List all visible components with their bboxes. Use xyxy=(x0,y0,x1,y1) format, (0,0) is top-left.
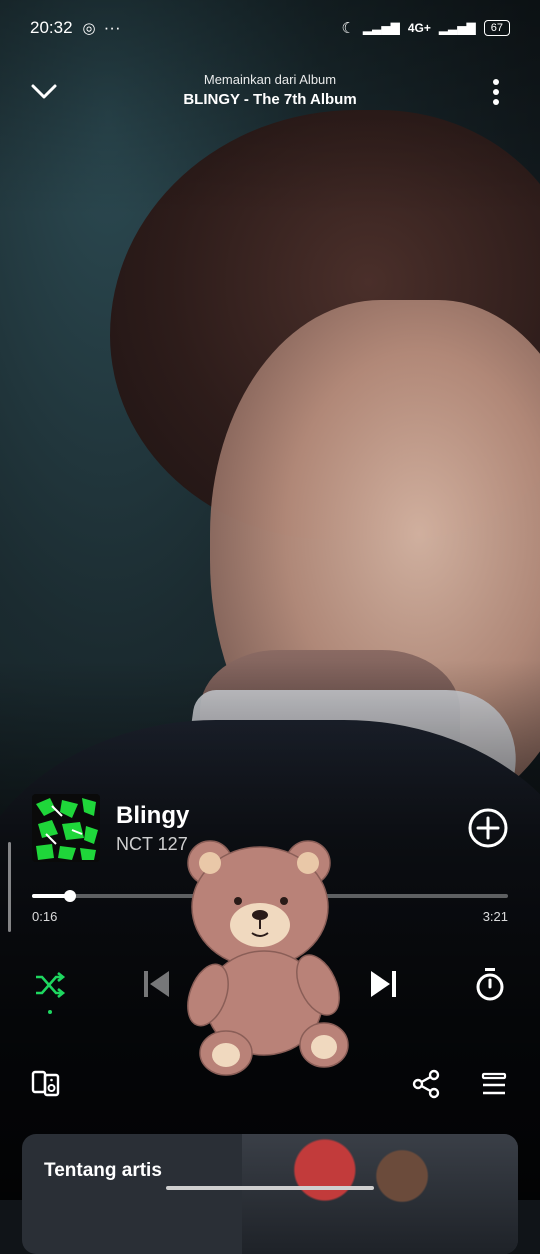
status-time: 20:32 xyxy=(30,18,73,37)
player-footer xyxy=(0,1066,540,1106)
signal-icon-2: ▂▃▅▇ xyxy=(438,21,476,35)
add-circle-icon[interactable] xyxy=(468,808,508,848)
about-artist-label: Tentang artis xyxy=(44,1160,162,1181)
teddy-bear-sticker xyxy=(180,835,360,1080)
album-art[interactable] xyxy=(32,794,100,862)
more-vertical-icon[interactable] xyxy=(478,74,514,110)
do-not-disturb-icon: ☾ xyxy=(341,20,355,37)
connect-device-icon[interactable] xyxy=(26,1066,66,1102)
signal-icon: ▂▃▅▇ xyxy=(362,21,400,35)
network-type: 4G+ xyxy=(407,21,431,35)
status-bar: 20:32 ◎ ··· ☾ ▂▃▅▇ 4G+ ▂▃▅▇ 67 xyxy=(30,14,510,42)
shuffle-icon[interactable] xyxy=(30,962,70,1014)
track-title[interactable]: Blingy xyxy=(116,802,189,830)
queue-icon[interactable] xyxy=(474,1066,514,1102)
home-indicator[interactable] xyxy=(166,1186,374,1190)
sleep-timer-icon[interactable] xyxy=(468,962,512,1006)
progress-knob[interactable] xyxy=(64,890,77,902)
edge-handle[interactable] xyxy=(8,842,11,932)
album-title[interactable]: BLINGY - The 7th Album xyxy=(0,91,540,108)
about-artist-card[interactable]: Tentang artis xyxy=(22,1134,518,1254)
battery-indicator: 67 xyxy=(483,20,510,36)
player-header: Memainkan dari Album BLINGY - The 7th Al… xyxy=(0,66,540,116)
shuffle-active-dot xyxy=(48,1010,52,1014)
track-artist[interactable]: NCT 127 xyxy=(116,834,188,855)
whatsapp-icon: ◎ xyxy=(82,20,96,37)
artist-photo xyxy=(242,1134,518,1254)
share-icon[interactable] xyxy=(406,1066,446,1102)
skip-next-icon[interactable] xyxy=(362,962,406,1006)
skip-previous-icon[interactable] xyxy=(134,962,178,1006)
elapsed-time: 0:16 xyxy=(32,909,58,924)
playing-context: Memainkan dari Album xyxy=(203,72,337,87)
more-notifications-icon: ··· xyxy=(103,18,121,37)
total-duration: 3:21 xyxy=(482,909,508,924)
